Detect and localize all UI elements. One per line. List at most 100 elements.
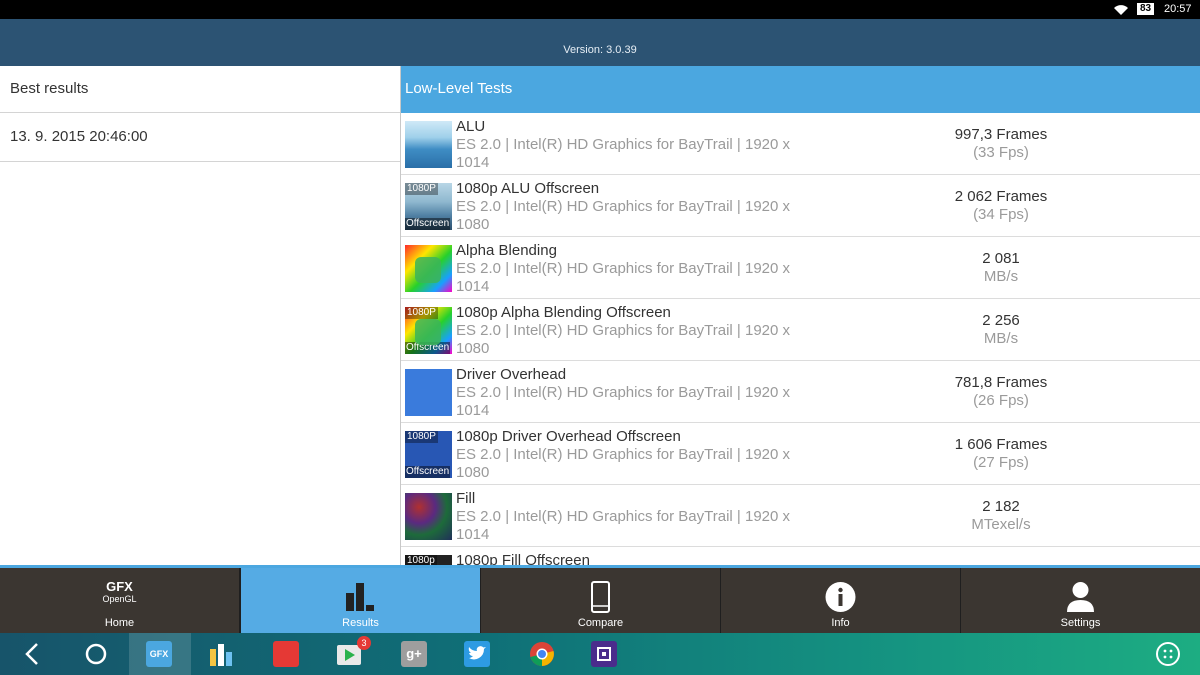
- test-row[interactable]: 1080P Offscreen 1080p ALU Offscreen ES 2…: [401, 175, 1200, 237]
- score-unit: (33 Fps): [973, 144, 1029, 161]
- test-description: ES 2.0 | Intel(R) HD Graphics for BayTra…: [456, 260, 791, 295]
- system-nav-bar: GFX 3 g+: [0, 633, 1200, 675]
- result-session-item[interactable]: 13. 9. 2015 20:46:00: [0, 113, 400, 162]
- test-score: 2 256 MB/s: [901, 312, 1101, 348]
- thumb-resolution-label: 1080P: [405, 307, 438, 319]
- dock-item-google-plus[interactable]: g+: [384, 633, 446, 675]
- score-value: 1 606 Frames: [954, 436, 1048, 453]
- test-score: 997,3 Frames (33 Fps): [901, 126, 1101, 162]
- tab-info[interactable]: Info: [721, 568, 960, 633]
- test-row[interactable]: 1080P Offscreen 1080p Alpha Blending Off…: [401, 299, 1200, 361]
- gfx-logo-icon: GFX OpenGL: [0, 579, 239, 613]
- alu-thumbnail: [405, 121, 452, 168]
- phone-icon: [591, 581, 610, 613]
- test-description: ES 2.0 | Intel(R) HD Graphics for BayTra…: [456, 446, 791, 481]
- test-score: 1 606 Frames (27 Fps): [901, 436, 1101, 472]
- logo-sub-text: OpenGL: [102, 594, 137, 604]
- score-value: 2 062 Frames: [954, 188, 1048, 205]
- dock-item-charts[interactable]: [191, 633, 253, 675]
- logo-main-text: GFX: [106, 579, 133, 594]
- driver-overhead-thumbnail: [405, 369, 452, 416]
- test-row[interactable]: Alpha Blending ES 2.0 | Intel(R) HD Grap…: [401, 237, 1200, 299]
- twitter-app-icon: [464, 641, 490, 667]
- score-value: 2 256: [982, 312, 1020, 329]
- thumb-offscreen-label: Offscreen: [405, 466, 451, 478]
- score-unit: MB/s: [983, 330, 1019, 347]
- alpha-blending-offscreen-thumbnail: 1080P Offscreen: [405, 307, 452, 354]
- back-icon[interactable]: [20, 641, 46, 667]
- score-value: 2 081: [982, 250, 1020, 267]
- test-row[interactable]: 1080p 1080p Fill Offscreen: [401, 547, 1200, 565]
- dock-item-gfxbench[interactable]: GFX: [129, 633, 191, 675]
- battery-level: 83: [1137, 3, 1155, 15]
- tab-home[interactable]: GFX OpenGL Home: [0, 568, 239, 633]
- info-icon: [825, 582, 856, 612]
- thumb-resolution-label: 1080P: [405, 431, 438, 443]
- tab-compare[interactable]: Compare: [481, 568, 720, 633]
- antutu-app-icon: [273, 641, 299, 667]
- test-name: 1080p Alpha Blending Offscreen: [456, 304, 671, 321]
- fill-offscreen-thumbnail: 1080p: [405, 555, 452, 565]
- test-description: ES 2.0 | Intel(R) HD Graphics for BayTra…: [456, 508, 791, 543]
- test-name: Fill: [456, 490, 476, 507]
- thumb-offscreen-label: Offscreen: [405, 342, 451, 354]
- tests-panel: Low-Level Tests ALU ES 2.0 | Intel(R) HD…: [401, 66, 1200, 565]
- alu-offscreen-thumbnail: 1080P Offscreen: [405, 183, 452, 230]
- low-level-tests-header: Low-Level Tests: [401, 66, 1200, 113]
- best-results-header[interactable]: Best results: [0, 66, 400, 113]
- wifi-icon: [1114, 5, 1128, 15]
- notification-badge: 3: [357, 636, 371, 650]
- score-value: 997,3 Frames: [954, 126, 1048, 143]
- fill-thumbnail: [405, 493, 452, 540]
- bar-chart-icon: [346, 583, 374, 611]
- home-circle-icon[interactable]: [83, 641, 109, 667]
- test-name: ALU: [456, 118, 486, 135]
- score-value: 781,8 Frames: [954, 374, 1048, 391]
- test-name: 1080p Fill Offscreen: [456, 552, 590, 565]
- test-description: ES 2.0 | Intel(R) HD Graphics for BayTra…: [456, 322, 791, 357]
- user-icon: [1067, 582, 1094, 612]
- test-score: 781,8 Frames (26 Fps): [901, 374, 1101, 410]
- test-score: 2 081 MB/s: [901, 250, 1101, 286]
- test-row[interactable]: 1080P Offscreen 1080p Driver Overhead Of…: [401, 423, 1200, 485]
- gfxbench-app-icon: GFX: [146, 641, 172, 667]
- dock-item-twitter[interactable]: [447, 633, 509, 675]
- tab-label: Settings: [1060, 617, 1101, 629]
- tab-settings[interactable]: Settings: [961, 568, 1200, 633]
- chrome-app-icon: [530, 642, 554, 666]
- cpu-z-app-icon: [591, 641, 617, 667]
- status-bar: 83 20:57: [0, 0, 1200, 19]
- test-score: 2 182 MTexel/s: [901, 498, 1101, 534]
- test-description: ES 2.0 | Intel(R) HD Graphics for BayTra…: [456, 136, 791, 171]
- test-row[interactable]: Driver Overhead ES 2.0 | Intel(R) HD Gra…: [401, 361, 1200, 423]
- test-name: 1080p Driver Overhead Offscreen: [456, 428, 681, 445]
- dock-item-antutu[interactable]: [256, 633, 318, 675]
- clock: 20:57: [1164, 3, 1192, 15]
- version-label: Version: 3.0.39: [563, 44, 637, 56]
- alpha-blending-thumbnail: [405, 245, 452, 292]
- test-score: 2 062 Frames (34 Fps): [901, 188, 1101, 224]
- tab-results[interactable]: Results: [241, 568, 480, 633]
- dock-item-cpu-z[interactable]: [574, 633, 636, 675]
- test-description: ES 2.0 | Intel(R) HD Graphics for BayTra…: [456, 384, 791, 419]
- score-unit: (26 Fps): [973, 392, 1029, 409]
- driver-overhead-offscreen-thumbnail: 1080P Offscreen: [405, 431, 452, 478]
- test-row[interactable]: Fill ES 2.0 | Intel(R) HD Graphics for B…: [401, 485, 1200, 547]
- app-drawer-icon[interactable]: [1155, 641, 1181, 667]
- dock-item-play-store[interactable]: [319, 633, 381, 675]
- tab-label: Home: [104, 617, 135, 629]
- dock-item-chrome[interactable]: [512, 633, 574, 675]
- test-description: ES 2.0 | Intel(R) HD Graphics for BayTra…: [456, 198, 791, 233]
- tab-label: Info: [831, 617, 850, 629]
- results-list-panel: Best results 13. 9. 2015 20:46:00: [0, 66, 401, 565]
- test-name: Alpha Blending: [456, 242, 557, 259]
- test-row[interactable]: ALU ES 2.0 | Intel(R) HD Graphics for Ba…: [401, 113, 1200, 175]
- test-name: Driver Overhead: [456, 366, 567, 383]
- bottom-tab-bar: GFX OpenGL Home Results Compare Info Set…: [0, 565, 1200, 633]
- tab-label: Compare: [577, 617, 624, 629]
- thumb-resolution-label: 1080p: [405, 555, 437, 565]
- test-name: 1080p ALU Offscreen: [456, 180, 600, 197]
- thumb-resolution-label: 1080P: [405, 183, 438, 195]
- score-unit: MB/s: [983, 268, 1019, 285]
- google-plus-app-icon: g+: [401, 641, 427, 667]
